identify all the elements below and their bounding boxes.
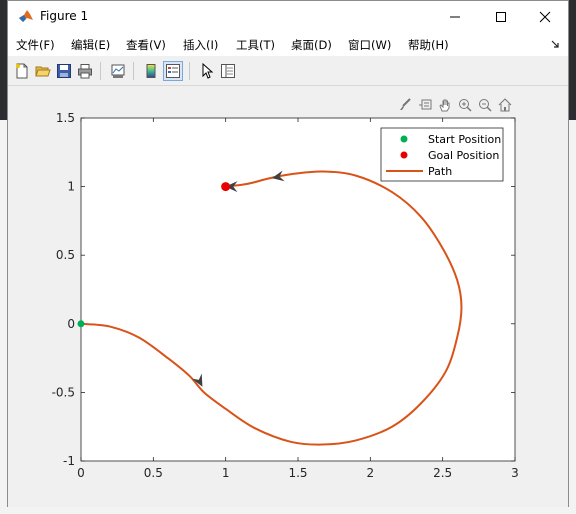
y-tick-label: 0.5	[56, 248, 75, 262]
legend-start-marker	[400, 135, 408, 143]
y-tick-label: 1.5	[56, 111, 75, 125]
x-tick-label: 0.5	[144, 466, 163, 480]
x-tick-label: 2.5	[433, 466, 452, 480]
legend-entry: Start Position	[428, 133, 501, 146]
y-tick-label: 0	[67, 317, 75, 331]
x-tick-label: 1.5	[288, 466, 307, 480]
legend-goal-marker	[400, 151, 408, 159]
x-tick-label: 0	[77, 466, 85, 480]
x-tick-label: 2	[367, 466, 375, 480]
path-plot: 0 0.5 1 1.5 2 2.5 3 -1 -0.5 0 0.5 1 1.5 Start Posit…	[52, 111, 519, 480]
legend-entry: Goal Position	[428, 149, 499, 162]
y-tick-label: 1	[67, 180, 75, 194]
x-tick-label: 3	[511, 466, 519, 480]
legend[interactable]: Start Position Goal Position Path	[380, 127, 504, 182]
x-tick-label: 1	[222, 466, 230, 480]
goal-position-marker	[221, 182, 231, 192]
legend-entry: Path	[428, 165, 452, 178]
start-position-marker	[77, 320, 85, 328]
y-tick-label: -1	[63, 454, 75, 468]
y-tick-label: -0.5	[52, 385, 75, 399]
